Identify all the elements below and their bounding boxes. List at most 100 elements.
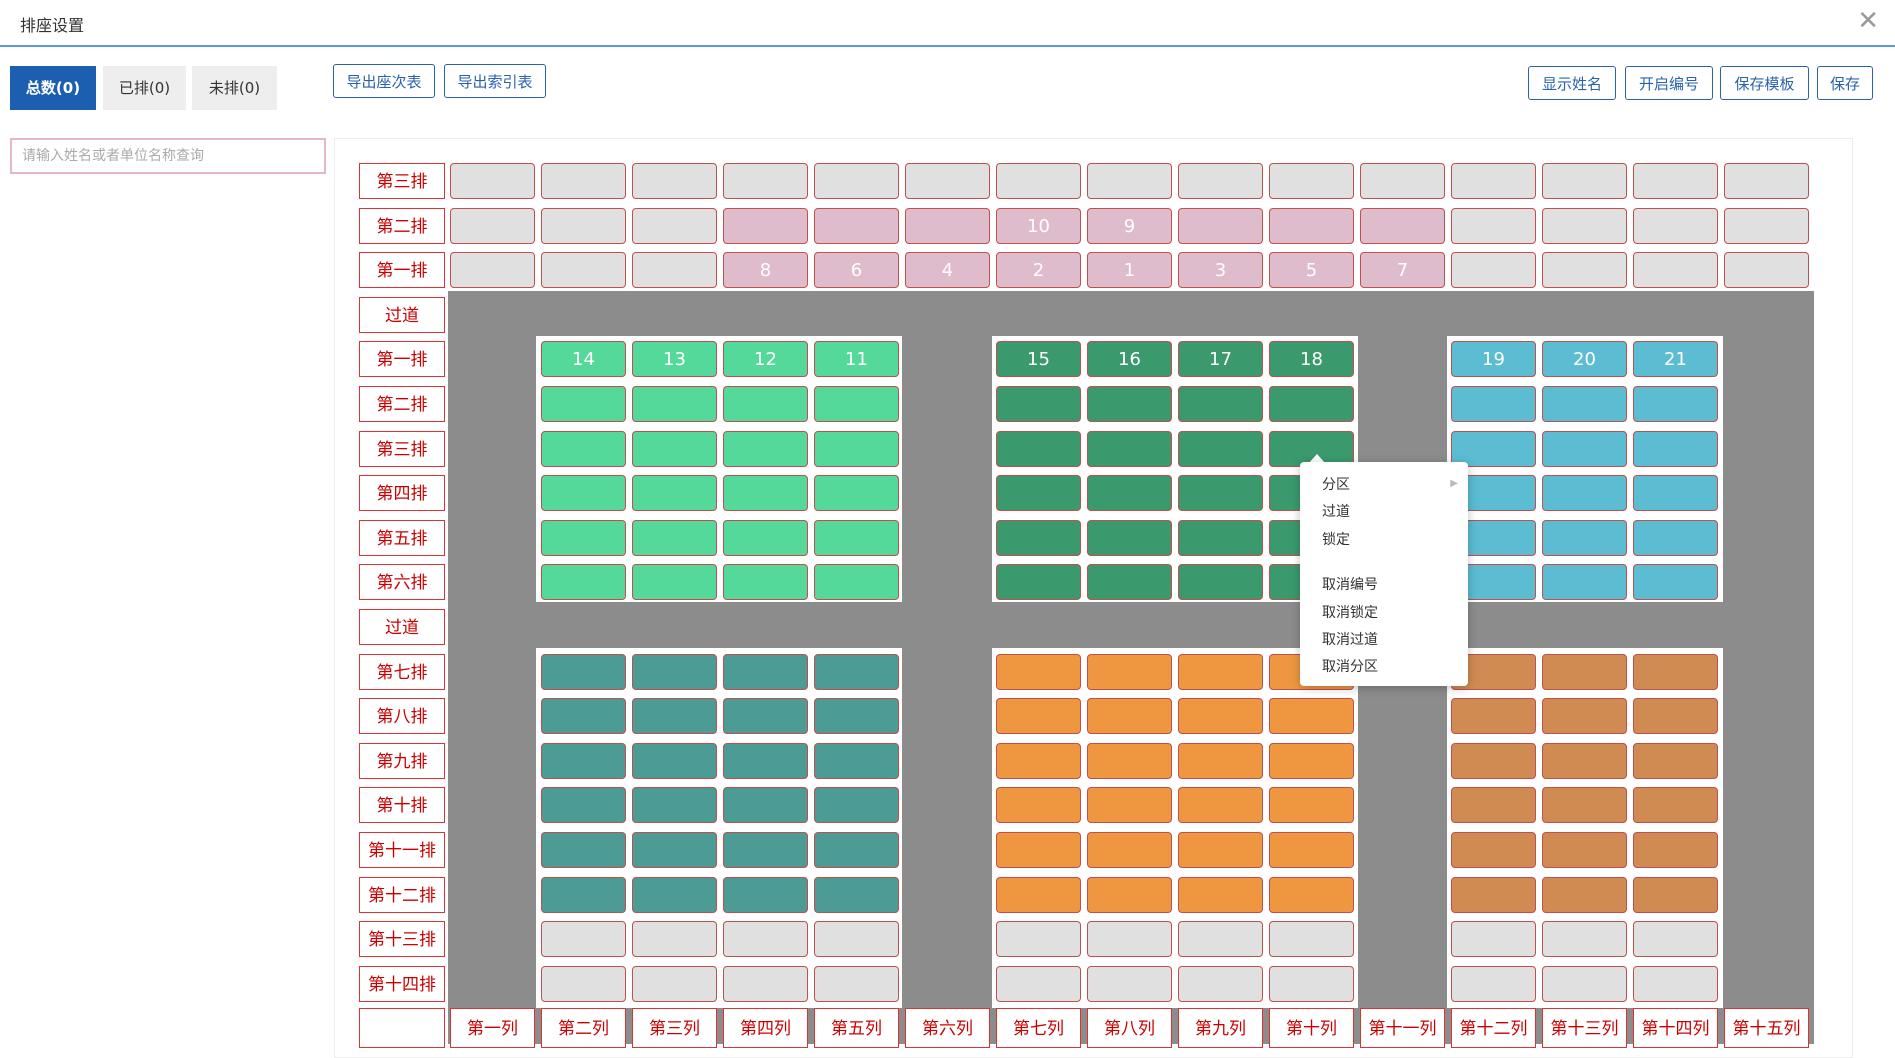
- seat[interactable]: [1087, 564, 1172, 601]
- seat[interactable]: [723, 965, 808, 1002]
- seat[interactable]: [723, 207, 808, 244]
- seat[interactable]: [1178, 430, 1263, 467]
- menu-item-partition[interactable]: 分区: [1322, 474, 1350, 494]
- seat[interactable]: 10: [996, 207, 1081, 244]
- seat[interactable]: [814, 475, 899, 512]
- seat[interactable]: [1451, 876, 1536, 913]
- seat[interactable]: [1542, 207, 1627, 244]
- seat[interactable]: [996, 965, 1081, 1002]
- seat[interactable]: [632, 742, 717, 779]
- seat[interactable]: [723, 787, 808, 824]
- seat[interactable]: [1178, 876, 1263, 913]
- seat[interactable]: [1269, 207, 1354, 244]
- seat[interactable]: [1178, 564, 1263, 601]
- seat[interactable]: [541, 163, 626, 199]
- seat[interactable]: [814, 698, 899, 735]
- seat[interactable]: [1178, 207, 1263, 244]
- seat[interactable]: 13: [632, 341, 717, 378]
- seat[interactable]: [1087, 386, 1172, 422]
- seat[interactable]: [814, 519, 899, 556]
- seat[interactable]: [632, 564, 717, 601]
- seat[interactable]: [541, 698, 626, 735]
- seat[interactable]: [723, 876, 808, 913]
- seat[interactable]: [541, 252, 626, 289]
- seat[interactable]: [541, 475, 626, 512]
- seat[interactable]: [1542, 698, 1627, 735]
- menu-item-cancel-aisle[interactable]: 取消过道: [1322, 629, 1378, 649]
- seat[interactable]: [1087, 163, 1172, 199]
- seat[interactable]: [905, 163, 990, 199]
- seat[interactable]: [1087, 876, 1172, 913]
- seat[interactable]: [1633, 564, 1718, 601]
- seat[interactable]: [1451, 742, 1536, 779]
- seat[interactable]: 6: [814, 252, 899, 289]
- seat[interactable]: [1269, 787, 1354, 824]
- seat[interactable]: [905, 207, 990, 244]
- seat[interactable]: [1451, 832, 1536, 868]
- seat[interactable]: 19: [1451, 341, 1536, 378]
- seat[interactable]: [1542, 876, 1627, 913]
- seat[interactable]: [1542, 653, 1627, 690]
- seat[interactable]: [1269, 965, 1354, 1002]
- seat[interactable]: 11: [814, 341, 899, 378]
- seat[interactable]: [1633, 386, 1718, 422]
- seat[interactable]: [632, 163, 717, 199]
- menu-item-cancel-lock[interactable]: 取消锁定: [1322, 602, 1378, 622]
- export-index-table-button[interactable]: 导出索引表: [444, 64, 546, 98]
- seat[interactable]: [1542, 832, 1627, 868]
- seat[interactable]: [541, 653, 626, 690]
- seat[interactable]: [723, 742, 808, 779]
- seat[interactable]: 4: [905, 252, 990, 289]
- seat[interactable]: [1087, 698, 1172, 735]
- seat[interactable]: [632, 252, 717, 289]
- seat[interactable]: [1178, 965, 1263, 1002]
- seat[interactable]: [1087, 519, 1172, 556]
- seat[interactable]: [632, 921, 717, 958]
- seat[interactable]: [1542, 742, 1627, 779]
- menu-item-lock[interactable]: 锁定: [1322, 529, 1350, 549]
- menu-item-cancel-partition[interactable]: 取消分区: [1322, 656, 1378, 676]
- seat[interactable]: [1178, 832, 1263, 868]
- seat[interactable]: [1451, 207, 1536, 244]
- seat[interactable]: [1633, 832, 1718, 868]
- seat[interactable]: [1451, 698, 1536, 735]
- seat[interactable]: [632, 876, 717, 913]
- seat[interactable]: [1724, 163, 1809, 199]
- export-seat-table-button[interactable]: 导出座次表: [333, 64, 435, 98]
- seat[interactable]: 16: [1087, 341, 1172, 378]
- seat[interactable]: [1451, 965, 1536, 1002]
- seat[interactable]: [1451, 787, 1536, 824]
- seat[interactable]: [996, 430, 1081, 467]
- seat[interactable]: [814, 386, 899, 422]
- seat[interactable]: [1269, 921, 1354, 958]
- seat[interactable]: [996, 386, 1081, 422]
- tab-unarranged[interactable]: 未排(0): [192, 66, 277, 110]
- seat[interactable]: [1269, 386, 1354, 422]
- seat[interactable]: [814, 742, 899, 779]
- seat[interactable]: [1178, 698, 1263, 735]
- seat[interactable]: [1087, 742, 1172, 779]
- seat[interactable]: [723, 564, 808, 601]
- seat[interactable]: [996, 564, 1081, 601]
- seat[interactable]: [1633, 653, 1718, 690]
- seat[interactable]: [632, 207, 717, 244]
- seat[interactable]: [814, 832, 899, 868]
- seat[interactable]: [1087, 921, 1172, 958]
- seat[interactable]: [1087, 430, 1172, 467]
- seat[interactable]: [996, 787, 1081, 824]
- seat[interactable]: [814, 787, 899, 824]
- seat[interactable]: [1451, 921, 1536, 958]
- seat[interactable]: 5: [1269, 252, 1354, 289]
- seat[interactable]: [1269, 742, 1354, 779]
- seat[interactable]: [541, 832, 626, 868]
- seat[interactable]: [996, 742, 1081, 779]
- seat[interactable]: [1633, 787, 1718, 824]
- tab-total[interactable]: 总数(0): [10, 66, 96, 110]
- seat[interactable]: [723, 832, 808, 868]
- seat[interactable]: [1178, 519, 1263, 556]
- seat[interactable]: [1633, 698, 1718, 735]
- seat[interactable]: [632, 386, 717, 422]
- seat[interactable]: [632, 698, 717, 735]
- seat[interactable]: [541, 564, 626, 601]
- seat[interactable]: 14: [541, 341, 626, 378]
